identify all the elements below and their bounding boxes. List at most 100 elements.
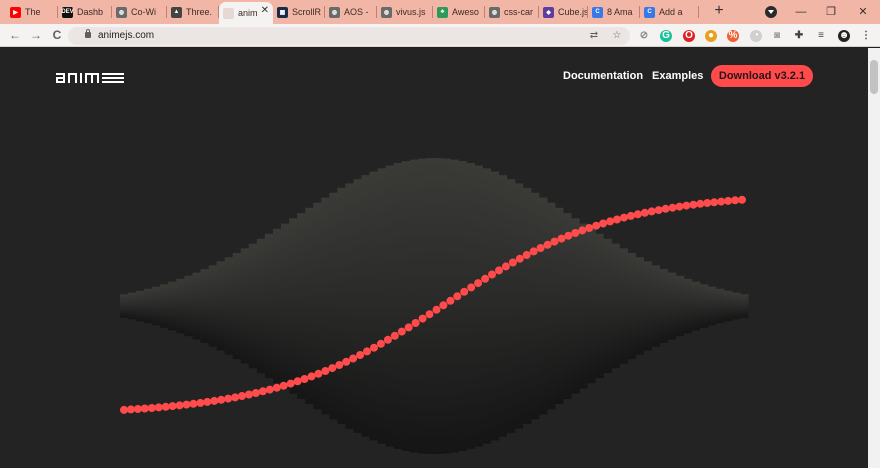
browser-tab[interactable]: ◍ css-car <box>485 2 539 22</box>
globe-icon: ◍ <box>329 6 340 18</box>
new-tab-button[interactable]: + <box>711 3 727 21</box>
tab-title: vivus.js <box>396 7 426 17</box>
wave-step <box>321 197 330 415</box>
address-bar[interactable]: animejs.com ⇄ ☆ <box>68 27 630 45</box>
browser-tab[interactable]: ▶ The <box>6 2 58 22</box>
playlist-icon[interactable]: ≡ <box>815 30 827 42</box>
opera-icon[interactable]: O <box>683 30 695 42</box>
tab-title: anim <box>238 8 258 18</box>
curve-dot <box>279 381 288 390</box>
wave-step <box>369 171 379 441</box>
curve-dot <box>599 219 608 228</box>
animejs-logo[interactable] <box>56 68 126 84</box>
translate-icon[interactable]: ⇄ <box>588 30 600 42</box>
wave-step <box>329 192 338 420</box>
url-text[interactable]: animejs.com <box>98 30 154 41</box>
wave-step <box>739 294 749 318</box>
curve-dot <box>675 202 684 211</box>
download-button[interactable]: Download v3.2.1 <box>711 65 813 87</box>
tab-strip: + — ❐ ✕ ▶ The DEV Dashb ◍ Co-Wi ▲ Three. anim ✕ ▦ S… <box>0 0 880 24</box>
browser-tab[interactable]: ◍ vivus.js <box>377 2 433 22</box>
bookmark-star-icon[interactable]: ☆ <box>611 30 623 42</box>
curve-dot <box>376 339 385 348</box>
curve-dot <box>314 369 323 378</box>
browser-tab[interactable]: DEV Dashb <box>58 2 112 22</box>
wave-step <box>337 187 347 424</box>
curve-dot <box>495 266 503 275</box>
curve-dot <box>689 200 698 209</box>
reload-button[interactable]: C <box>48 27 66 44</box>
wave-step <box>522 187 532 424</box>
wave-step <box>297 213 306 399</box>
tab-title: Add a <box>659 7 683 17</box>
curve-dot <box>536 244 545 252</box>
browser-tab[interactable]: C Add a <box>640 2 699 22</box>
browser-tab[interactable]: anim ✕ <box>219 2 273 24</box>
browser-tab[interactable]: ▲ Three. <box>167 2 219 22</box>
curve-dot <box>147 404 156 412</box>
wave-step <box>248 243 258 369</box>
menu-icon[interactable]: ⋮ <box>860 30 872 42</box>
curve-dot <box>654 206 663 215</box>
wave-step <box>603 238 612 374</box>
forward-button[interactable]: → <box>27 27 45 44</box>
back-button[interactable]: ← <box>6 27 24 44</box>
curve-dot <box>238 392 246 400</box>
clock-icon[interactable]: ◔ <box>750 30 762 42</box>
youtube-icon: ▶ <box>10 6 21 18</box>
curve-dot <box>356 351 365 359</box>
grammarly-icon[interactable]: G <box>660 30 672 42</box>
colorpick-icon[interactable]: ● <box>705 30 717 42</box>
tab-title: AOS - <box>344 7 369 17</box>
restore-button[interactable]: ❐ <box>818 3 844 21</box>
wave-step <box>530 192 540 420</box>
puzzle-icon[interactable]: ✚ <box>793 30 805 42</box>
tab-divider <box>698 6 699 18</box>
page-scrollbar[interactable] <box>868 48 880 468</box>
curve-dot <box>453 292 462 301</box>
close-tab-icon[interactable]: ✕ <box>261 5 269 16</box>
curve-dot <box>404 323 413 332</box>
tab-search-icon[interactable] <box>765 6 777 18</box>
curve-dot <box>488 270 496 279</box>
browser-tab[interactable]: ▦ ScrollR <box>273 2 325 22</box>
browser-tab[interactable]: C 8 Ama <box>588 2 640 22</box>
wave-step <box>144 288 153 324</box>
awesome-icon: ♣ <box>437 6 448 18</box>
globe-icon: ◍ <box>116 6 127 18</box>
wave-step <box>385 165 395 447</box>
wave-step <box>273 228 282 384</box>
wave-step <box>659 269 669 343</box>
documentation-link[interactable]: Documentation <box>563 70 643 82</box>
lock-icon[interactable] <box>85 29 91 38</box>
curve-dot <box>161 402 170 411</box>
camera-icon[interactable]: ◙ <box>771 30 783 42</box>
chrome-store-icon: C <box>592 6 603 18</box>
close-window-button[interactable]: ✕ <box>850 3 876 21</box>
curve-dot <box>231 393 240 402</box>
curve-dot <box>738 195 746 204</box>
avatar-icon[interactable]: ☻ <box>838 30 850 42</box>
wave-step <box>240 248 250 364</box>
minimize-button[interactable]: — <box>788 3 814 21</box>
browser-tab[interactable]: ◆ Cube.js <box>539 2 588 22</box>
curve-dot <box>661 204 670 213</box>
curve-dot <box>363 347 371 356</box>
wappalyzer-icon[interactable]: % <box>727 30 739 42</box>
curve-dot <box>203 397 212 406</box>
wave-step <box>715 288 725 324</box>
curve-dot <box>529 247 538 256</box>
curve-dot <box>397 327 406 336</box>
dev-icon: DEV <box>61 6 74 18</box>
browser-tab[interactable]: ◍ AOS - <box>325 2 377 22</box>
browser-tab[interactable]: ◍ Co-Wi <box>112 2 167 22</box>
examples-link[interactable]: Examples <box>652 70 703 82</box>
curve-dot <box>321 367 330 375</box>
curve-dot <box>217 395 226 404</box>
wave-step <box>458 161 467 451</box>
browser-tab[interactable]: ♣ Aweso <box>433 2 485 22</box>
curve-dot <box>265 385 274 394</box>
block-icon[interactable]: ⊘ <box>638 30 650 42</box>
chrome-store-icon: C <box>644 6 655 18</box>
scrollbar-thumb[interactable] <box>870 60 878 94</box>
